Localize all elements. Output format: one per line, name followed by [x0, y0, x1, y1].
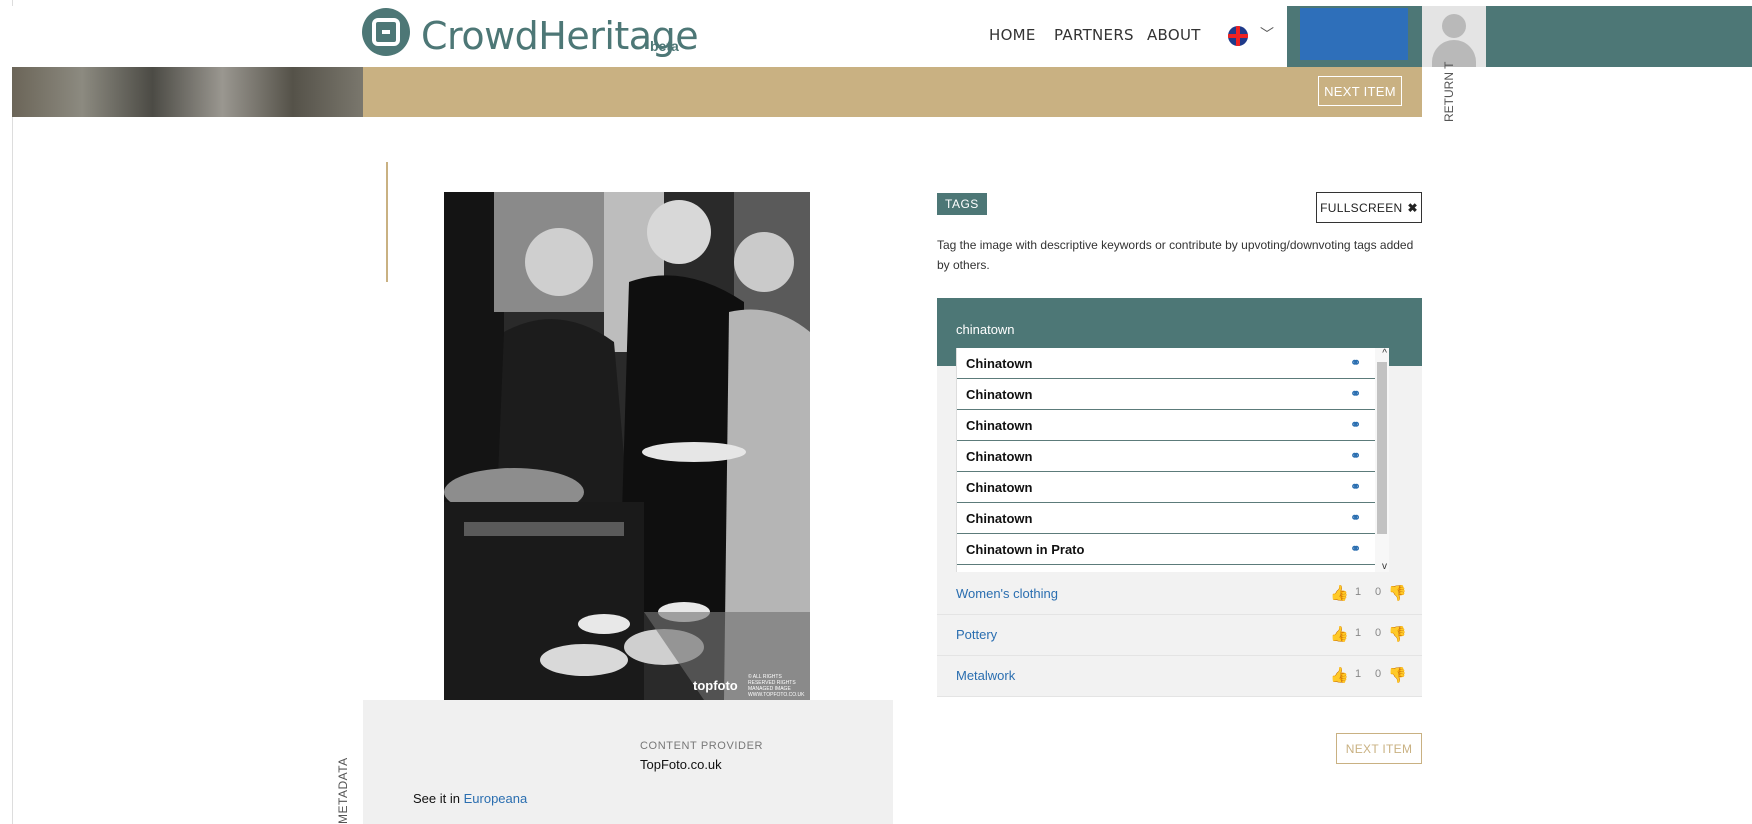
- scrollbar-thumb[interactable]: [1377, 362, 1387, 534]
- link-icon[interactable]: ⚭: [1350, 417, 1361, 433]
- suggestion-item[interactable]: Chinatown ⚭: [957, 379, 1389, 410]
- suggestion-label: Chinatown: [966, 448, 1033, 464]
- chevron-down-icon[interactable]: ﹀: [1260, 24, 1274, 44]
- metadata-tab[interactable]: METADATA: [336, 757, 350, 824]
- uk-flag-icon[interactable]: [1228, 26, 1248, 46]
- photo-watermark: topfoto: [693, 678, 738, 693]
- downvote-count: 0: [1375, 627, 1382, 639]
- item-photo[interactable]: [444, 192, 810, 700]
- tag-row: Pottery 👍 1 0 👎: [937, 615, 1422, 656]
- tag-link[interactable]: Pottery: [956, 627, 997, 642]
- suggestion-label: Chinatown in Prato: [966, 541, 1085, 557]
- suggestion-item[interactable]: Chinatown ⚭: [957, 472, 1389, 503]
- scroll-down-icon[interactable]: v: [1382, 561, 1387, 572]
- nav-about[interactable]: ABOUT: [1147, 26, 1201, 44]
- see-it-line: See it in Europeana: [413, 791, 527, 806]
- link-icon[interactable]: ⚭: [1350, 386, 1361, 402]
- suggestion-label: Chinatown: [966, 355, 1033, 371]
- fullscreen-label: FULLSCREEN: [1320, 200, 1403, 215]
- dropdown-scrollbar[interactable]: ^ v: [1375, 348, 1389, 572]
- suggestion-label: Chinatown: [966, 417, 1033, 433]
- thumbs-up-icon[interactable]: 👍: [1330, 666, 1349, 684]
- scroll-up-icon[interactable]: ^: [1382, 348, 1387, 359]
- content-provider-value: TopFoto.co.uk: [640, 757, 722, 772]
- banner-image: [12, 67, 363, 117]
- decorative-divider: [386, 162, 388, 282]
- expand-icon: ✖: [1407, 200, 1418, 215]
- fullscreen-button[interactable]: FULLSCREEN ✖: [1316, 192, 1422, 223]
- tag-link[interactable]: Women's clothing: [956, 586, 1058, 601]
- suggestion-item[interactable]: Chinatown ⚭: [957, 348, 1389, 379]
- link-icon[interactable]: ⚭: [1350, 448, 1361, 464]
- photo-watermark-small: © ALL RIGHTS RESERVED RIGHTS MANAGED IMA…: [748, 674, 805, 698]
- thumbs-down-icon[interactable]: 👎: [1388, 625, 1407, 643]
- link-icon[interactable]: ⚭: [1350, 479, 1361, 495]
- suggestion-label: Chinatown: [966, 386, 1033, 402]
- upvote-count: 1: [1355, 627, 1362, 639]
- nav-partners[interactable]: PARTNERS: [1054, 26, 1134, 44]
- nav-home[interactable]: HOME: [989, 26, 1036, 44]
- tag-input[interactable]: chinatown: [956, 322, 1015, 337]
- next-item-button-bottom[interactable]: NEXT ITEM: [1336, 733, 1422, 764]
- tags-badge: TAGS: [937, 193, 987, 215]
- logo-beta-label: beta: [650, 38, 679, 54]
- see-it-prefix: See it in: [413, 791, 460, 806]
- return-tab[interactable]: RETURN T: [1442, 62, 1456, 122]
- suggestion-item[interactable]: Chinatown in Prato ⚭: [957, 534, 1389, 565]
- thumbs-up-icon[interactable]: 👍: [1330, 584, 1349, 602]
- tag-row: Metalwork 👍 1 0 👎: [937, 656, 1422, 697]
- logo-icon[interactable]: [362, 8, 410, 56]
- suggestion-label: Chinatown: [966, 510, 1033, 526]
- europeana-link[interactable]: Europeana: [464, 791, 528, 806]
- suggestion-item[interactable]: Chinatown ⚭: [957, 441, 1389, 472]
- downvote-count: 0: [1375, 586, 1382, 598]
- avatar[interactable]: [1422, 6, 1486, 67]
- downvote-count: 0: [1375, 668, 1382, 680]
- content-provider-label: CONTENT PROVIDER: [640, 740, 764, 752]
- suggestion-item[interactable]: Chinatown ⚭: [957, 503, 1389, 534]
- link-icon[interactable]: ⚭: [1350, 541, 1361, 557]
- link-icon[interactable]: ⚭: [1350, 510, 1361, 526]
- upvote-count: 1: [1355, 668, 1362, 680]
- user-menu-button[interactable]: [1300, 8, 1408, 60]
- thumbs-down-icon[interactable]: 👎: [1388, 666, 1407, 684]
- next-item-button-top[interactable]: NEXT ITEM: [1318, 76, 1402, 106]
- thumbs-up-icon[interactable]: 👍: [1330, 625, 1349, 643]
- suggestion-label: Chinatown: [966, 479, 1033, 495]
- tag-instructions: Tag the image with descriptive keywords …: [937, 238, 1414, 272]
- tag-link[interactable]: Metalwork: [956, 668, 1015, 683]
- banner-bar: [363, 67, 1422, 117]
- suggestion-item[interactable]: Chinatown ⚭: [957, 410, 1389, 441]
- thumbs-down-icon[interactable]: 👎: [1388, 584, 1407, 602]
- upvote-count: 1: [1355, 586, 1362, 598]
- tag-suggestions-dropdown: Chinatown ⚭ Chinatown ⚭ Chinatown ⚭ Chinato…: [956, 348, 1389, 572]
- link-icon[interactable]: ⚭: [1350, 355, 1361, 371]
- tag-row: Women's clothing 👍 1 0 👎: [937, 574, 1422, 615]
- photo-illustration: [444, 192, 810, 700]
